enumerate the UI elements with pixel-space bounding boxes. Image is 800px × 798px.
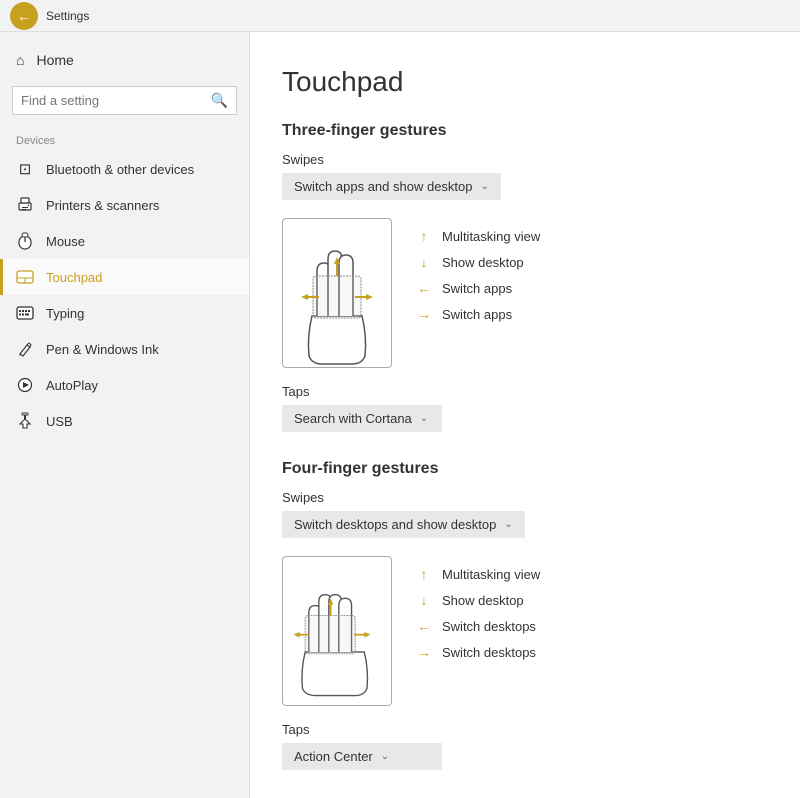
sidebar-item-touchpad[interactable]: Touchpad: [0, 259, 249, 295]
back-icon: ←: [17, 8, 31, 24]
three-swipes-dropdown[interactable]: Switch apps and show desktop ⌄: [282, 173, 501, 200]
four-swipes-label: Swipes: [282, 490, 760, 505]
sidebar-item-autoplay[interactable]: AutoPlay: [0, 367, 249, 403]
chevron-down-icon: ⌄: [420, 413, 428, 424]
gesture-option-label: Switch desktops: [442, 645, 536, 660]
devices-section-label: Devices: [0, 123, 249, 151]
three-swipes-value: Switch apps and show desktop: [294, 179, 473, 194]
gesture-option: ↑ Multitasking view: [416, 566, 540, 582]
three-taps-dropdown[interactable]: Search with Cortana ⌄: [282, 405, 442, 432]
gesture-option-label: Multitasking view: [442, 567, 540, 582]
chevron-down-icon: ⌄: [381, 751, 389, 762]
gesture-option-label: Switch apps: [442, 281, 512, 296]
sidebar-item-label: Pen & Windows Ink: [46, 342, 159, 357]
gesture-option: ↓ Show desktop: [416, 592, 540, 608]
three-finger-title: Three-finger gestures: [282, 122, 760, 140]
sidebar-item-label: AutoPlay: [46, 378, 98, 393]
search-icon: 🔍: [211, 92, 228, 109]
usb-icon: [16, 412, 34, 430]
gesture-option: → Switch apps: [416, 306, 540, 322]
back-button[interactable]: ←: [10, 2, 38, 30]
sidebar-item-label: Touchpad: [46, 270, 102, 285]
four-taps-dropdown[interactable]: Action Center ⌄: [282, 743, 442, 770]
sidebar-item-mouse[interactable]: Mouse: [0, 223, 249, 259]
sidebar-item-pen[interactable]: Pen & Windows Ink: [0, 331, 249, 367]
three-taps-value: Search with Cortana: [294, 411, 412, 426]
printer-icon: [16, 196, 34, 214]
four-taps-value: Action Center: [294, 749, 373, 764]
gesture-option-label: Switch apps: [442, 307, 512, 322]
three-taps-label: Taps: [282, 384, 760, 399]
three-finger-illustration: [282, 218, 392, 368]
sidebar-item-label: Bluetooth & other devices: [46, 162, 194, 177]
sidebar-item-typing[interactable]: Typing: [0, 295, 249, 331]
home-icon: ⌂: [16, 52, 24, 68]
gesture-option: ↑ Multitasking view: [416, 228, 540, 244]
bluetooth-icon: ⊡: [16, 160, 34, 178]
home-label: Home: [36, 52, 73, 68]
chevron-down-icon: ⌄: [504, 519, 512, 530]
gesture-option: ↓ Show desktop: [416, 254, 540, 270]
title-bar: ← Settings: [0, 0, 800, 32]
main-content: Touchpad Three-finger gestures Swipes Sw…: [250, 0, 800, 798]
gesture-option: ← Switch desktops: [416, 618, 540, 634]
search-box[interactable]: 🔍: [12, 86, 237, 115]
sidebar: ⌂ Home 🔍 Devices ⊡ Bluetooth & other dev…: [0, 0, 250, 798]
four-finger-options: ↑ Multitasking view ↓ Show desktop ← Swi…: [416, 556, 540, 660]
gesture-option: ← Switch apps: [416, 280, 540, 296]
arrow-left-icon: ←: [416, 280, 432, 296]
sidebar-item-bluetooth[interactable]: ⊡ Bluetooth & other devices: [0, 151, 249, 187]
page-title: Touchpad: [282, 66, 760, 98]
three-finger-section: Three-finger gestures Swipes Switch apps…: [282, 122, 760, 432]
four-finger-illustration: [282, 556, 392, 706]
pen-icon: [16, 340, 34, 358]
typing-icon: [16, 304, 34, 322]
arrow-right-icon: →: [416, 306, 432, 322]
search-input[interactable]: [21, 93, 205, 108]
three-finger-options: ↑ Multitasking view ↓ Show desktop ← Swi…: [416, 218, 540, 322]
arrow-left-icon: ←: [416, 618, 432, 634]
sidebar-item-label: Typing: [46, 306, 84, 321]
gesture-option: → Switch desktops: [416, 644, 540, 660]
chevron-down-icon: ⌄: [481, 181, 489, 192]
arrow-right-icon: →: [416, 644, 432, 660]
sidebar-item-label: Mouse: [46, 234, 85, 249]
gesture-option-label: Multitasking view: [442, 229, 540, 244]
four-finger-title: Four-finger gestures: [282, 460, 760, 478]
title-bar-text: Settings: [46, 9, 89, 23]
three-finger-gesture-area: ↑ Multitasking view ↓ Show desktop ← Swi…: [282, 218, 760, 368]
three-swipes-label: Swipes: [282, 152, 760, 167]
mouse-icon: [16, 232, 34, 250]
arrow-up-icon: ↑: [416, 566, 432, 582]
gesture-option-label: Show desktop: [442, 255, 524, 270]
arrow-up-icon: ↑: [416, 228, 432, 244]
gesture-option-label: Switch desktops: [442, 619, 536, 634]
sidebar-item-label: Printers & scanners: [46, 198, 159, 213]
four-swipes-dropdown[interactable]: Switch desktops and show desktop ⌄: [282, 511, 525, 538]
sidebar-item-home[interactable]: ⌂ Home: [0, 42, 249, 78]
sidebar-item-label: USB: [46, 414, 73, 429]
sidebar-item-usb[interactable]: USB: [0, 403, 249, 439]
four-swipes-value: Switch desktops and show desktop: [294, 517, 496, 532]
gesture-option-label: Show desktop: [442, 593, 524, 608]
arrow-down-icon: ↓: [416, 254, 432, 270]
sidebar-item-printers[interactable]: Printers & scanners: [0, 187, 249, 223]
arrow-down-icon: ↓: [416, 592, 432, 608]
four-finger-gesture-area: ↑ Multitasking view ↓ Show desktop ← Swi…: [282, 556, 760, 706]
four-taps-label: Taps: [282, 722, 760, 737]
four-finger-section: Four-finger gestures Swipes Switch deskt…: [282, 460, 760, 770]
autoplay-icon: [16, 376, 34, 394]
touchpad-icon: [16, 268, 34, 286]
